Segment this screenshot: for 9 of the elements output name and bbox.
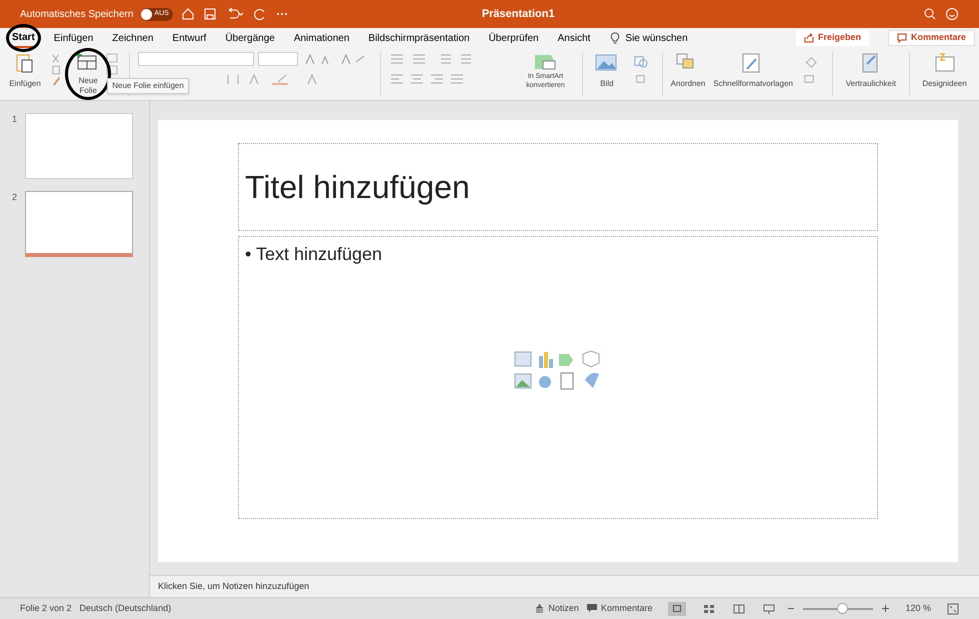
notes-placeholder: Klicken Sie, um Notizen hinzuzufügen: [158, 580, 310, 593]
slide-number: 2: [12, 191, 18, 204]
slide-counter: Folie 2 von 2: [20, 602, 72, 615]
tooltip: Neue Folie einfügen: [107, 78, 189, 94]
title-placeholder-text: Titel hinzufügen: [245, 168, 470, 207]
window-title: Präsentation1: [482, 6, 555, 22]
slide-number: 1: [12, 113, 18, 126]
autosave-label: Automatisches Speichern: [20, 8, 134, 22]
content-placeholder-text: • Text hinzufügen: [245, 243, 384, 266]
